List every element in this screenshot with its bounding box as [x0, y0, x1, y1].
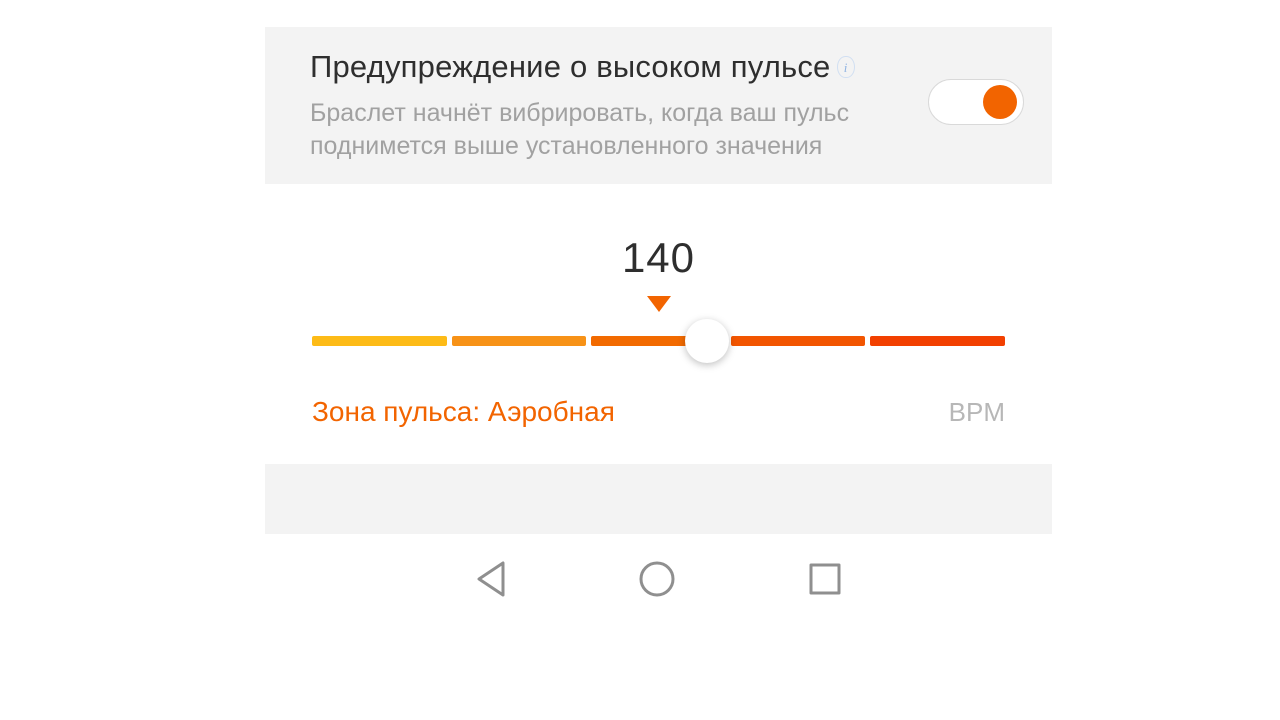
nav-back-icon[interactable]	[475, 559, 507, 599]
zone-prefix: Зона пульса:	[312, 396, 488, 427]
track-segment	[870, 336, 1005, 346]
track-segment	[731, 336, 866, 346]
pulse-slider-thumb[interactable]	[685, 319, 729, 363]
pulse-slider-track[interactable]	[312, 336, 1005, 346]
slider-label-row: Зона пульса: Аэробная BPM	[312, 396, 1005, 428]
header-text-block: Предупреждение о высоком пульсе i Брасле…	[310, 49, 928, 162]
section-spacer	[265, 464, 1052, 534]
nav-recent-icon[interactable]	[807, 561, 843, 597]
settings-screen: Предупреждение о высоком пульсе i Брасле…	[265, 27, 1052, 693]
bpm-unit-label: BPM	[949, 397, 1005, 428]
pulse-zone-label: Зона пульса: Аэробная	[312, 396, 615, 428]
pointer-down-icon	[647, 296, 671, 312]
setting-title: Предупреждение о высоком пульсе	[310, 49, 831, 85]
pulse-threshold-panel: 140 Зона пульса: Аэробная BPM	[265, 184, 1052, 464]
pulse-threshold-value: 140	[303, 234, 1014, 282]
high-pulse-alert-card: Предупреждение о высоком пульсе i Брасле…	[265, 27, 1052, 184]
track-segment	[452, 336, 587, 346]
nav-home-icon[interactable]	[637, 559, 677, 599]
android-nav-bar	[265, 534, 1052, 624]
toggle-knob	[983, 85, 1017, 119]
info-icon[interactable]: i	[837, 56, 855, 78]
header-title-row: Предупреждение о высоком пульсе i	[310, 49, 908, 85]
enable-alert-toggle[interactable]	[928, 79, 1024, 125]
setting-description: Браслет начнёт вибрировать, когда ваш пу…	[310, 97, 870, 162]
track-segment	[312, 336, 447, 346]
zone-name: Аэробная	[488, 396, 615, 427]
